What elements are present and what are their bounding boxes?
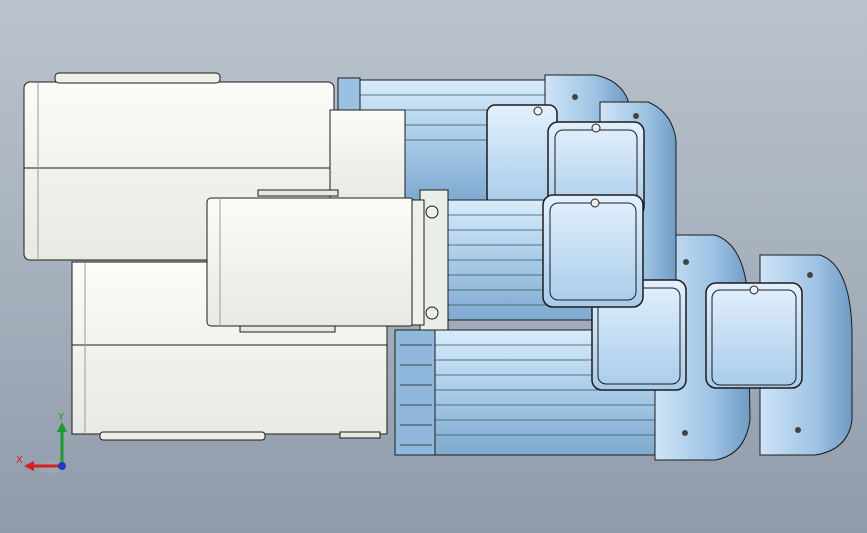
- screw-icon: [533, 106, 543, 116]
- motor-lower-fins: [394, 329, 436, 456]
- coordinate-triad: [24, 422, 67, 473]
- cad-viewport[interactable]: Y X: [0, 0, 867, 533]
- screw-icon: [633, 113, 639, 119]
- screw-icon: [807, 272, 813, 278]
- z-axis-dot: [58, 462, 66, 470]
- y-axis-label: Y: [58, 412, 65, 423]
- screw-icon: [795, 427, 801, 433]
- gearbox-middle: [206, 189, 439, 333]
- screw-icon: [683, 259, 689, 265]
- screw-icon: [572, 94, 578, 100]
- gearmotor-assembly-model[interactable]: [0, 0, 867, 533]
- screw-icon: [682, 430, 688, 436]
- screw-icon: [591, 123, 601, 133]
- screw-icon: [749, 285, 759, 295]
- x-axis-label: X: [16, 455, 23, 466]
- screw-icon: [590, 198, 600, 208]
